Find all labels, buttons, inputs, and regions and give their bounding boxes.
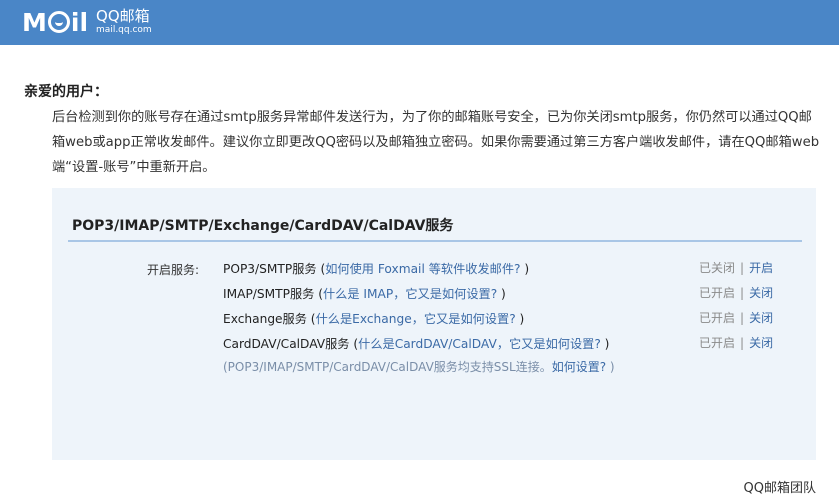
paren-open: (: [316, 262, 326, 276]
status-divider: |: [740, 336, 745, 350]
paren-open: (: [349, 337, 359, 351]
paren-close: ): [515, 312, 525, 326]
status-text: 已关闭: [699, 261, 736, 275]
service-help-link[interactable]: 如何使用 Foxmail 等软件收发邮件?: [325, 262, 520, 276]
ssl-note: (POP3/IMAP/SMTP/CardDAV/CalDAV服务均支持SSL连接…: [223, 358, 615, 375]
logo-text-block: QQ邮箱 mail.qq.com: [96, 9, 152, 35]
service-row-pop3-smtp: POP3/SMTP服务 (如何使用 Foxmail 等软件收发邮件? ): [223, 259, 529, 277]
service-row-carddav-caldav: CardDAV/CalDAV服务 (什么是CardDAV/CalDAV，它又是如…: [223, 334, 609, 352]
service-name: IMAP/SMTP服务: [223, 287, 315, 301]
logo-letters-il: il: [70, 7, 89, 37]
service-status-pop3-smtp: 已关闭 | 开启: [699, 259, 773, 276]
paren-close: ): [600, 337, 610, 351]
services-label: 开启服务:: [147, 263, 200, 277]
paren-close: ): [497, 287, 506, 301]
service-help-link[interactable]: 什么是CardDAV/CalDAV，它又是如何设置?: [358, 337, 601, 351]
service-name: CardDAV/CalDAV服务: [223, 337, 350, 351]
service-row-exchange: Exchange服务 (什么是Exchange，它又是如何设置? ): [223, 309, 524, 327]
disable-button[interactable]: 关闭: [749, 336, 773, 350]
panel-divider: [68, 240, 802, 242]
status-text: 已开启: [699, 336, 736, 350]
paren-close: ): [606, 360, 615, 374]
security-notice-message: 后台检测到你的账号存在通过smtp服务异常邮件发送行为，为了你的邮箱账号安全，已…: [52, 110, 820, 175]
status-text: 已开启: [699, 286, 736, 300]
paren-close: ): [520, 262, 530, 276]
disable-button[interactable]: 关闭: [749, 311, 773, 325]
paren-open: (: [314, 287, 323, 301]
brand-name: QQ邮箱: [96, 7, 150, 25]
signature: QQ邮箱团队: [743, 481, 816, 496]
service-status-carddav-caldav: 已开启 | 关闭: [699, 334, 773, 351]
status-text: 已开启: [699, 311, 736, 325]
service-status-imap-smtp: 已开启 | 关闭: [699, 284, 773, 301]
service-row-imap-smtp: IMAP/SMTP服务 (什么是 IMAP，它又是如何设置? ): [223, 284, 506, 302]
disable-button[interactable]: 关闭: [749, 286, 773, 300]
service-name: POP3/SMTP服务: [223, 262, 317, 276]
enable-button[interactable]: 开启: [749, 261, 773, 275]
panel-title: POP3/IMAP/SMTP/Exchange/CardDAV/CalDAV服务: [72, 218, 454, 234]
mail-logo-wordmark: Mil: [22, 8, 88, 37]
paren-open: (: [306, 312, 316, 326]
ssl-howto-link[interactable]: 如何设置?: [552, 360, 606, 374]
qq-mail-logo[interactable]: Mil QQ邮箱 mail.qq.com: [22, 5, 152, 39]
services-panel: POP3/IMAP/SMTP/Exchange/CardDAV/CalDAV服务…: [52, 188, 816, 460]
logo-o-icon: [47, 11, 70, 33]
service-help-link[interactable]: 什么是 IMAP，它又是如何设置?: [323, 287, 497, 301]
logo-letter-m: M: [22, 7, 47, 37]
brand-domain: mail.qq.com: [96, 25, 152, 35]
service-help-link[interactable]: 什么是Exchange，它又是如何设置?: [316, 312, 516, 326]
service-name: Exchange服务: [223, 312, 307, 326]
status-divider: |: [740, 261, 745, 275]
ssl-note-text: (POP3/IMAP/SMTP/CardDAV/CalDAV服务均支持SSL连接…: [223, 360, 552, 374]
service-status-exchange: 已开启 | 关闭: [699, 309, 773, 326]
greeting-heading: 亲爱的用户：: [24, 84, 108, 100]
status-divider: |: [740, 286, 745, 300]
status-divider: |: [740, 311, 745, 325]
top-header-bar: Mil QQ邮箱 mail.qq.com: [0, 0, 839, 45]
